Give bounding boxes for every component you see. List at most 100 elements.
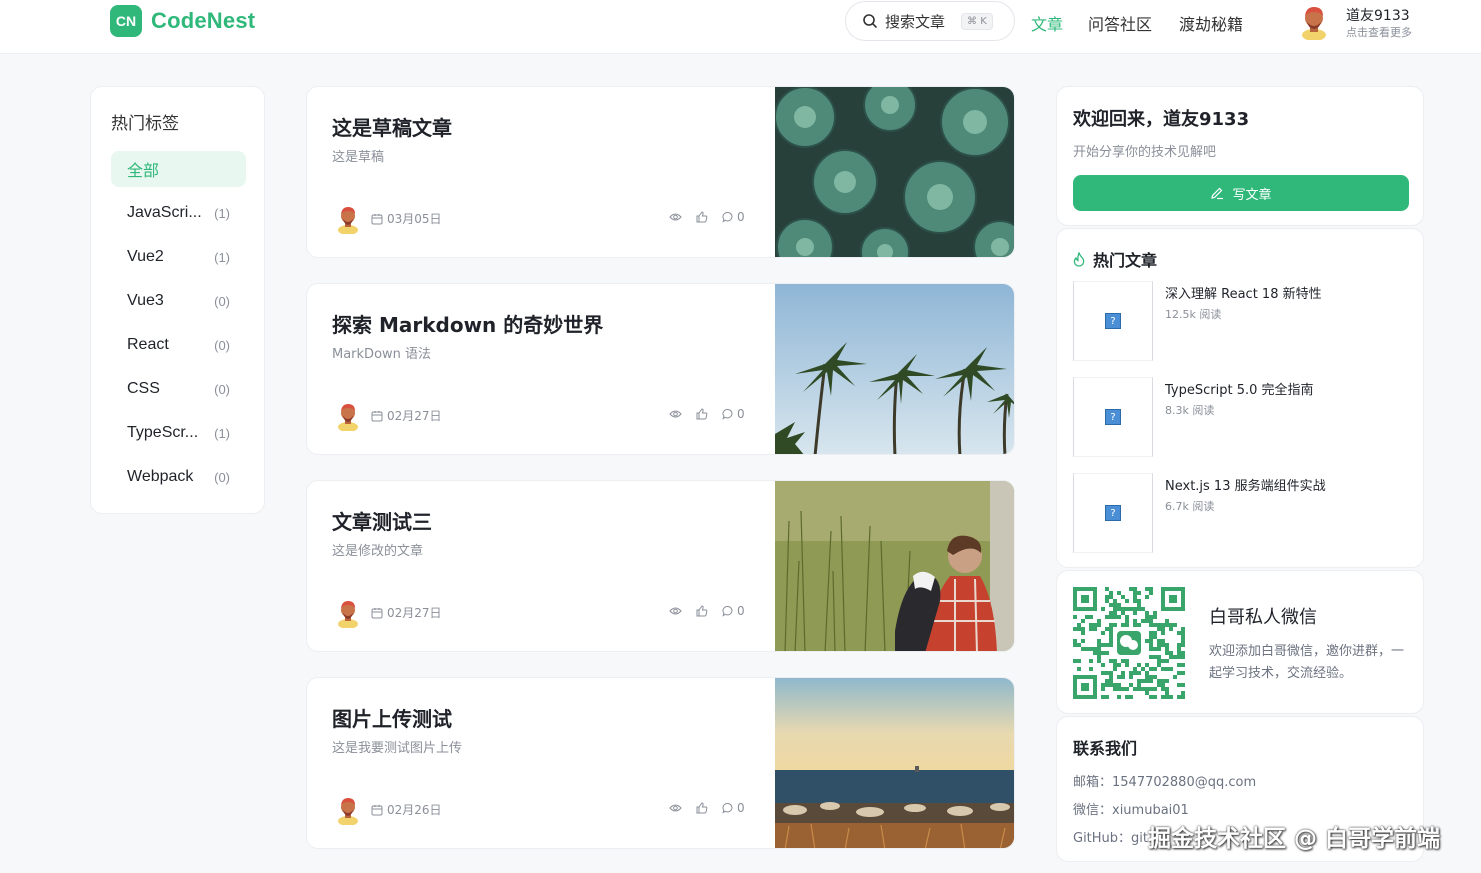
- hot-article-title[interactable]: TypeScript 5.0 完全指南: [1165, 379, 1314, 398]
- hot-article-reads: 12.5k 阅读: [1165, 308, 1222, 321]
- top-header: CN CodeNest 搜索文章 ⌘ K 文章 问答社区 渡劫秘籍 道友9133…: [0, 0, 1481, 54]
- comments-count: 0: [737, 604, 745, 618]
- comment-icon: [722, 606, 733, 617]
- eye-icon: [669, 213, 682, 221]
- article-desc: 这是草稿: [332, 150, 385, 165]
- hot-article-item[interactable]: ? Next.js 13 服务端组件实战 6.7k 阅读: [1073, 473, 1413, 553]
- pencil-icon: [1211, 187, 1224, 200]
- date-text: 02月27日: [387, 606, 442, 620]
- article-desc: MarkDown 语法: [332, 347, 432, 362]
- hot-article-reads: 6.7k 阅读: [1165, 500, 1215, 513]
- hot-article-title[interactable]: 深入理解 React 18 新特性: [1165, 283, 1322, 302]
- likes-stat[interactable]: [696, 802, 708, 814]
- article-stats: 0: [669, 210, 745, 224]
- wechat-desc: 欢迎添加白哥微信，邀你进群，一起学习技术，交流经验。: [1209, 644, 1405, 681]
- thumbs-up-icon: [696, 211, 708, 223]
- article-cover-succulents[interactable]: [775, 87, 1015, 258]
- user-avatar[interactable]: [1298, 4, 1330, 40]
- comments-count: 0: [737, 801, 745, 815]
- eye-icon: [669, 410, 682, 418]
- search-shortcut: ⌘ K: [961, 12, 993, 30]
- article-cover-seaside[interactable]: [775, 678, 1015, 849]
- article-date: 02月27日: [371, 604, 442, 621]
- views-stat[interactable]: [669, 408, 682, 420]
- hot-article-title[interactable]: Next.js 13 服务端组件实战: [1165, 475, 1326, 494]
- tag-item-css[interactable]: CSS (0): [111, 371, 246, 407]
- likes-stat[interactable]: [696, 605, 708, 617]
- tag-item-typescript[interactable]: TypeScr... (1): [111, 415, 246, 451]
- tag-item-javascript[interactable]: JavaScri... (1): [111, 195, 246, 231]
- user-hint: 点击查看更多: [1346, 26, 1412, 39]
- tag-item-webpack[interactable]: Webpack (0): [111, 459, 246, 495]
- eye-icon: [669, 804, 682, 812]
- tag-item-react[interactable]: React (0): [111, 327, 246, 363]
- nav-articles[interactable]: 文章: [1031, 11, 1063, 35]
- nav-guides[interactable]: 渡劫秘籍: [1179, 11, 1243, 35]
- date-text: 02月27日: [387, 409, 442, 423]
- search-icon: [863, 14, 877, 28]
- author-avatar: [335, 401, 361, 431]
- write-article-button[interactable]: 写文章: [1073, 175, 1409, 211]
- logo[interactable]: CN CodeNest: [110, 5, 255, 37]
- wechat-qr-code: [1073, 587, 1185, 699]
- tag-item-all[interactable]: 全部: [111, 151, 246, 187]
- views-stat[interactable]: [669, 211, 682, 223]
- likes-stat[interactable]: [696, 211, 708, 223]
- tag-count: (0): [214, 337, 230, 353]
- calendar-icon: [371, 213, 383, 224]
- search-placeholder: 搜索文章: [885, 12, 946, 31]
- welcome-card: 欢迎回来，道友9133 开始分享你的技术见解吧 写文章: [1056, 86, 1424, 226]
- tag-label: Webpack: [127, 468, 194, 485]
- welcome-subtitle: 开始分享你的技术见解吧: [1073, 145, 1217, 160]
- tag-label: React: [127, 336, 169, 353]
- article-stats: 0: [669, 801, 745, 815]
- comments-stat[interactable]: 0: [722, 210, 745, 224]
- hot-article-item[interactable]: ? TypeScript 5.0 完全指南 8.3k 阅读: [1073, 377, 1413, 457]
- hot-articles-panel: 热门文章 ? 深入理解 React 18 新特性 12.5k 阅读 ? Type…: [1056, 228, 1424, 568]
- comments-stat[interactable]: 0: [722, 604, 745, 618]
- hot-article-item[interactable]: ? 深入理解 React 18 新特性 12.5k 阅读: [1073, 281, 1413, 361]
- comments-stat[interactable]: 0: [722, 407, 745, 421]
- article-title[interactable]: 图片上传测试: [332, 703, 452, 732]
- article-stats: 0: [669, 604, 745, 618]
- article-title[interactable]: 文章测试三: [332, 506, 432, 535]
- article-card[interactable]: 这是草稿文章 这是草稿 03月05日 0: [306, 86, 1015, 258]
- views-stat[interactable]: [669, 802, 682, 814]
- likes-stat[interactable]: [696, 408, 708, 420]
- tag-count: (1): [214, 425, 230, 441]
- hot-article-thumbnail: ?: [1073, 281, 1153, 361]
- search-input[interactable]: 搜索文章 ⌘ K: [845, 1, 1015, 41]
- flame-icon: [1073, 251, 1085, 267]
- welcome-title: 欢迎回来，道友9133: [1073, 109, 1250, 130]
- tag-count: (1): [214, 249, 230, 265]
- tag-item-vue3[interactable]: Vue3 (0): [111, 283, 246, 319]
- article-title[interactable]: 探索 Markdown 的奇妙世界: [332, 309, 603, 338]
- tag-count: (0): [214, 469, 230, 485]
- hot-article-reads: 8.3k 阅读: [1165, 404, 1215, 417]
- nav-qa-community[interactable]: 问答社区: [1088, 11, 1152, 35]
- article-cover-palm-trees[interactable]: [775, 284, 1015, 455]
- article-date: 02月26日: [371, 801, 442, 818]
- contact-title: 联系我们: [1073, 739, 1138, 758]
- comment-icon: [722, 803, 733, 814]
- user-name[interactable]: 道友9133: [1346, 5, 1410, 25]
- tag-count: (0): [214, 293, 230, 309]
- article-stats: 0: [669, 407, 745, 421]
- tag-label: CSS: [127, 380, 160, 397]
- article-title[interactable]: 这是草稿文章: [332, 112, 452, 141]
- contact-email[interactable]: 邮箱：1547702880@qq.com: [1073, 771, 1256, 790]
- wechat-title: 白哥私人微信: [1209, 607, 1317, 628]
- article-card[interactable]: 探索 Markdown 的奇妙世界 MarkDown 语法 02月27日 0: [306, 283, 1015, 455]
- tag-item-vue2[interactable]: Vue2 (1): [111, 239, 246, 275]
- author-avatar: [335, 204, 361, 234]
- article-card[interactable]: 图片上传测试 这是我要测试图片上传 02月26日 0: [306, 677, 1015, 849]
- tag-label: Vue2: [127, 248, 164, 265]
- comments-stat[interactable]: 0: [722, 801, 745, 815]
- article-card[interactable]: 文章测试三 这是修改的文章 02月27日 0: [306, 480, 1015, 652]
- date-text: 02月26日: [387, 803, 442, 817]
- hot-article-thumbnail: ?: [1073, 377, 1153, 457]
- article-cover-man-with-dog[interactable]: [775, 481, 1015, 652]
- wechat-card: 白哥私人微信 欢迎添加白哥微信，邀你进群，一起学习技术，交流经验。: [1056, 570, 1424, 714]
- views-stat[interactable]: [669, 605, 682, 617]
- contact-github[interactable]: GitHub：git: [1073, 827, 1148, 846]
